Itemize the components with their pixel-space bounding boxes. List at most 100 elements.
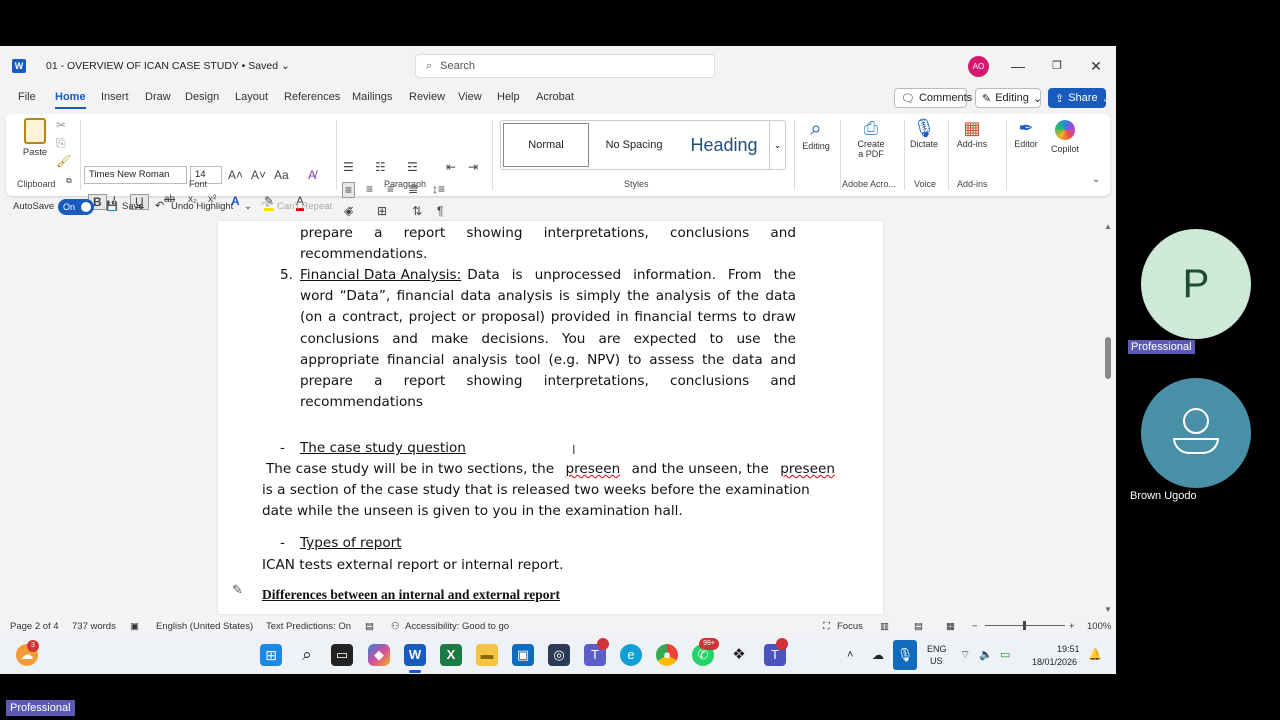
- align-center-icon[interactable]: ≡: [366, 182, 373, 196]
- undo-icon[interactable]: ↶: [155, 199, 164, 212]
- cloud-icon[interactable]: ☁: [872, 648, 884, 662]
- input-language-1[interactable]: ENG: [927, 644, 947, 654]
- redo-icon[interactable]: ↷: [261, 199, 270, 212]
- font-family-select[interactable]: Times New Roman: [84, 166, 187, 184]
- styles-more-icon[interactable]: ⌄: [769, 121, 785, 169]
- scroll-up-icon[interactable]: ▲: [1102, 222, 1114, 231]
- style-heading[interactable]: Heading: [679, 123, 769, 167]
- editing-button[interactable]: ⌕ Editing: [798, 118, 834, 151]
- vertical-scrollbar[interactable]: ▲ ▼: [1102, 222, 1114, 614]
- paste-button[interactable]: Paste: [20, 118, 50, 158]
- customize-toolbar-icon[interactable]: ⌄: [347, 201, 355, 212]
- zoom-thumb[interactable]: [1023, 621, 1026, 630]
- grow-font-icon[interactable]: A˄: [228, 168, 243, 182]
- copilot-button[interactable]: Copilot: [1046, 118, 1084, 154]
- page-count[interactable]: Page 2 of 4: [10, 621, 59, 632]
- dialog-launcher-icon[interactable]: ⧉: [66, 176, 72, 186]
- scroll-thumb[interactable]: [1105, 337, 1111, 379]
- comments-button[interactable]: 🗨 Comments: [894, 88, 972, 108]
- zoom-out-icon[interactable]: −: [972, 621, 978, 632]
- focus-button[interactable]: Focus: [837, 621, 863, 632]
- mic-active-icon[interactable]: 🎙: [893, 640, 917, 670]
- numbering-icon[interactable]: ☷: [375, 160, 386, 174]
- multilevel-list-icon[interactable]: ☲: [407, 160, 418, 174]
- tab-draw[interactable]: Draw: [145, 91, 171, 103]
- tab-layout[interactable]: Layout: [235, 91, 268, 103]
- tab-review[interactable]: Review: [409, 91, 445, 103]
- collapse-ribbon-icon[interactable]: ⌄: [1092, 174, 1100, 185]
- format-painter-icon[interactable]: 🖌: [56, 154, 71, 168]
- autosave-toggle[interactable]: On: [58, 199, 94, 215]
- change-case-icon[interactable]: Aa: [274, 168, 289, 182]
- copy-icon[interactable]: ⎘: [56, 136, 66, 151]
- cut-icon[interactable]: ✂: [56, 118, 66, 132]
- increase-indent-icon[interactable]: ⇥: [468, 160, 478, 174]
- edge-icon[interactable]: e: [620, 644, 642, 666]
- share-button[interactable]: ⇪ Share ⌄: [1048, 88, 1111, 108]
- style-normal[interactable]: Normal: [503, 123, 589, 167]
- volume-icon[interactable]: 🔈: [979, 648, 993, 661]
- tab-file[interactable]: File: [18, 91, 36, 103]
- save-icon[interactable]: 💾: [106, 201, 118, 212]
- web-layout-icon[interactable]: ▦: [946, 621, 955, 632]
- zoom-level[interactable]: 100%: [1087, 621, 1111, 632]
- zoom-in-icon[interactable]: +: [1069, 621, 1075, 632]
- tab-design[interactable]: Design: [185, 91, 219, 103]
- notifications-icon[interactable]: 🔔: [1088, 648, 1102, 661]
- account-avatar[interactable]: AO: [968, 56, 989, 77]
- tab-mailings[interactable]: Mailings: [352, 91, 392, 103]
- search-input[interactable]: ⌕ Search: [415, 54, 715, 78]
- text-predictions-status[interactable]: Text Predictions: On: [266, 621, 351, 632]
- undo-button[interactable]: Undo Highlight: [171, 201, 233, 212]
- tab-references[interactable]: References: [284, 91, 340, 103]
- close-icon[interactable]: ✕: [1086, 56, 1106, 76]
- clock-date[interactable]: 18/01/2026: [1032, 657, 1077, 667]
- editor-button[interactable]: ✒ Editor: [1009, 118, 1043, 149]
- task-view-icon[interactable]: ▭: [331, 644, 353, 666]
- app-icon[interactable]: ◎: [548, 644, 570, 666]
- tab-help[interactable]: Help: [497, 91, 520, 103]
- add-ins-button[interactable]: ▦ Add-ins: [954, 118, 990, 149]
- style-no-spacing[interactable]: No Spacing: [591, 123, 677, 167]
- editing-mode-button[interactable]: ✎ Editing ⌄: [975, 88, 1042, 108]
- word-logo-icon[interactable]: W: [12, 59, 26, 73]
- bullets-icon[interactable]: ☰: [343, 160, 354, 174]
- input-language-2[interactable]: US: [930, 656, 943, 666]
- battery-icon[interactable]: ▭: [1000, 648, 1010, 661]
- print-layout-icon[interactable]: ▤: [914, 621, 923, 632]
- document-title[interactable]: 01 - OVERVIEW OF ICAN CASE STUDY • Saved…: [46, 60, 290, 72]
- accessibility-status[interactable]: Accessibility: Good to go: [405, 621, 509, 632]
- word-taskbar-icon[interactable]: W: [404, 644, 426, 666]
- word-count[interactable]: 737 words: [72, 621, 116, 632]
- minimize-icon[interactable]: —: [1008, 56, 1028, 76]
- restore-icon[interactable]: ❐: [1047, 56, 1067, 76]
- shrink-font-icon[interactable]: A˅: [251, 168, 266, 182]
- undo-dropdown-icon[interactable]: ⌄: [244, 201, 252, 212]
- search-icon[interactable]: ⌕: [296, 644, 318, 666]
- dropbox-icon[interactable]: ❖: [728, 644, 750, 666]
- start-icon[interactable]: ⊞: [260, 644, 282, 666]
- clear-formatting-icon[interactable]: A̸: [308, 168, 316, 182]
- wifi-icon[interactable]: ⌔: [960, 648, 970, 662]
- chrome-icon[interactable]: ●: [656, 644, 678, 666]
- store-icon[interactable]: ▣: [512, 644, 534, 666]
- tab-insert[interactable]: Insert: [101, 91, 129, 103]
- tab-home[interactable]: Home: [55, 91, 86, 109]
- copilot-taskbar-icon[interactable]: ◆: [368, 644, 390, 666]
- tab-view[interactable]: View: [458, 91, 482, 103]
- clock-time[interactable]: 19:51: [1057, 644, 1080, 654]
- line-spacing-icon[interactable]: ↕≡: [432, 182, 445, 196]
- macro-icon[interactable]: ▤: [365, 621, 374, 632]
- save-button[interactable]: Save: [122, 201, 144, 212]
- tray-overflow-icon[interactable]: ˄: [847, 649, 853, 661]
- decrease-indent-icon[interactable]: ⇤: [446, 160, 456, 174]
- language-status[interactable]: English (United States): [156, 621, 253, 632]
- proofing-icon[interactable]: ▣: [130, 621, 139, 632]
- document-page[interactable]: prepare a report showing interpretations, con…: [218, 221, 883, 614]
- create-pdf-button[interactable]: ⎙ Create a PDF: [849, 118, 893, 159]
- scroll-down-icon[interactable]: ▼: [1102, 605, 1114, 614]
- excel-taskbar-icon[interactable]: X: [440, 644, 462, 666]
- tab-acrobat[interactable]: Acrobat: [536, 91, 574, 103]
- read-mode-icon[interactable]: ▥: [880, 621, 889, 632]
- dictate-button[interactable]: 🎙 Dictate: [907, 118, 941, 149]
